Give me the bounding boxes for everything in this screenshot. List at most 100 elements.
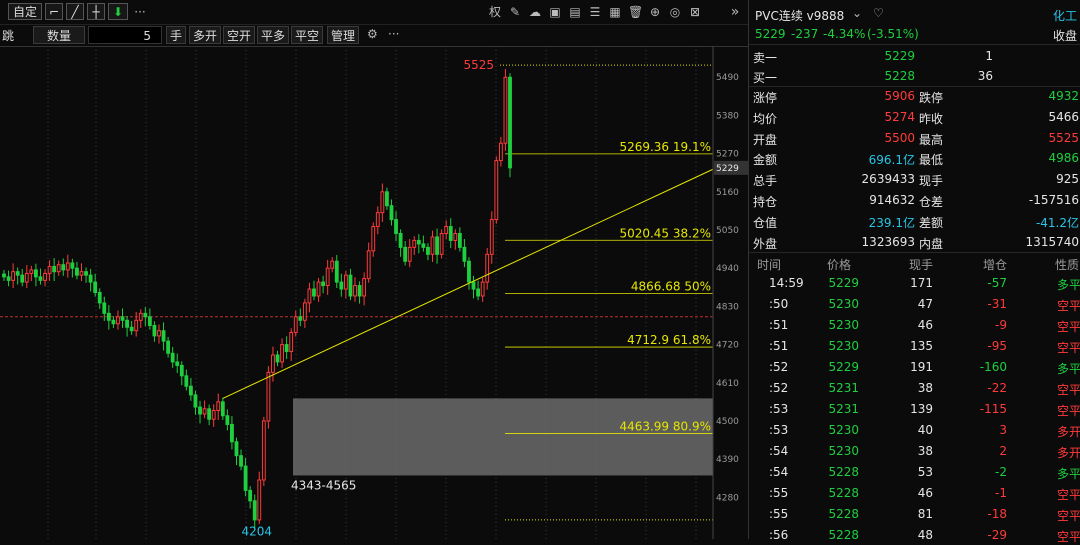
candle-body [61, 264, 66, 271]
candle-body [498, 142, 503, 162]
stat-label: 最低 [919, 153, 944, 168]
tick-cell: -18 [987, 507, 1007, 521]
stat-value: 5525 [1048, 130, 1079, 145]
tick-cell: 5230 [828, 339, 859, 353]
tick-cell: 空平 [1056, 320, 1080, 334]
candle-body [2, 273, 6, 278]
chevron-down-icon[interactable]: ⌄ [852, 6, 862, 20]
price-change-pct-alt: (-3.51%) [867, 27, 919, 41]
candle-body [93, 281, 98, 293]
candle-body [52, 265, 57, 273]
stat-value: 4932 [1048, 89, 1079, 103]
open-short-button[interactable]: 空开 [223, 26, 255, 44]
symbol-name[interactable]: PVC连续 v9888 [755, 7, 844, 24]
close-long-button[interactable]: 平多 [257, 26, 289, 44]
close-status-label: 收盘 [1052, 29, 1077, 43]
tick-cell: 47 [917, 297, 933, 311]
candle-body [184, 375, 189, 387]
stat-label: 仓差 [919, 195, 944, 209]
period-icon[interactable]: ⌐ [45, 3, 63, 20]
y-tick-label: 4830 [716, 302, 739, 312]
candle-body [75, 267, 79, 276]
more-options-icon[interactable]: ··· [388, 27, 399, 41]
rights-adjust-icon[interactable]: 权 [488, 5, 502, 19]
tick-header-cell: 增仓 [982, 258, 1007, 272]
y-tick-label: 4940 [716, 264, 739, 274]
settings-icon[interactable]: ⚙ [367, 27, 378, 41]
grid-icon[interactable]: ▦ [608, 5, 622, 19]
candle-body [225, 415, 230, 425]
ask-price[interactable]: 5229 [849, 49, 915, 63]
category-label[interactable]: 化工 [1053, 7, 1077, 24]
screenshot-icon[interactable]: ▤ [568, 5, 582, 19]
open-long-button[interactable]: 多开 [189, 26, 221, 44]
candle-body [421, 243, 426, 248]
candle-body [439, 232, 444, 255]
tick-cell: -57 [987, 276, 1007, 290]
candle-body [188, 385, 193, 396]
cloud-icon[interactable]: ☁ [528, 5, 542, 19]
candle-body [252, 500, 257, 521]
tick-cell: -160 [979, 360, 1007, 374]
price-chart[interactable]: 4343-4565 5269.36 19.1% 5020.45 38.2% 4866.… [0, 46, 748, 539]
candle-body [271, 354, 275, 373]
candle-body [334, 260, 339, 283]
stat-value: -41.2亿 [1035, 215, 1079, 230]
bid-price[interactable]: 5228 [849, 69, 915, 83]
trash-icon[interactable]: 🗑 [628, 5, 643, 19]
candle-body [503, 76, 508, 144]
tick-cell: 2 [999, 444, 1007, 458]
list-icon[interactable]: ☰ [588, 5, 602, 19]
tick-cell: :53 [769, 423, 789, 437]
tick-cell: 5231 [828, 381, 859, 395]
candle-body [143, 312, 148, 318]
candle-body [129, 326, 134, 332]
tick-cell: 5229 [828, 360, 859, 374]
timer-icon[interactable]: ◎ [668, 5, 682, 19]
tick-cell: 多平 [1056, 362, 1080, 376]
last-price: 5229 [755, 27, 786, 41]
collapse-panel-icon[interactable]: » [728, 5, 742, 19]
tick-cell: :50 [769, 297, 789, 311]
pencil-icon[interactable]: ✎ [508, 5, 522, 19]
stat-value: 5500 [884, 130, 915, 145]
line-draw-icon[interactable]: ╱ [66, 3, 84, 20]
tick-header-cell: 价格 [826, 258, 851, 272]
tick-cell: 3 [999, 423, 1007, 437]
candle-body [375, 212, 380, 228]
candle-body [316, 281, 321, 297]
candle-body [426, 246, 430, 255]
stat-value: 239.1亿 [868, 215, 915, 230]
zoom-custom-button[interactable]: 自定 [8, 3, 42, 20]
candle-body [170, 352, 175, 363]
manage-button[interactable]: 管理 [327, 26, 359, 44]
tick-cell: 多平 [1056, 467, 1080, 481]
stat-value: 4986 [1048, 151, 1079, 166]
candle-body [339, 281, 344, 290]
close-short-button[interactable]: 平空 [291, 26, 323, 44]
candle-body [33, 269, 38, 278]
jump-label[interactable]: 跳 [2, 27, 14, 44]
tick-cell: :52 [769, 360, 789, 374]
candle-body [448, 226, 453, 241]
down-arrow-icon[interactable]: ⬇ [108, 3, 128, 20]
candle-body [47, 265, 52, 274]
candle-body [325, 267, 330, 287]
more-options-icon[interactable]: ··· [131, 5, 149, 19]
tick-cell: 53 [917, 465, 933, 479]
tick-cell: 5228 [828, 528, 859, 542]
y-tick-label: 5490 [716, 73, 739, 83]
candle-body [198, 406, 202, 415]
price-change-pct: -4.34% [823, 27, 866, 41]
target-icon[interactable]: ⊕ [648, 5, 662, 19]
image-icon[interactable]: ▣ [548, 5, 562, 19]
horizontal-line-icon[interactable]: ┼ [87, 3, 105, 20]
candle-body [357, 285, 362, 297]
candle-body [193, 394, 198, 408]
tick-cell: 46 [917, 318, 933, 332]
quantity-input[interactable]: 5 [88, 26, 162, 44]
tick-cell: 多平 [1056, 278, 1080, 292]
close-icon[interactable]: ⊠ [688, 5, 702, 19]
favorite-heart-icon[interactable]: ♡ [873, 6, 884, 20]
tick-cell: 空平 [1056, 383, 1080, 397]
